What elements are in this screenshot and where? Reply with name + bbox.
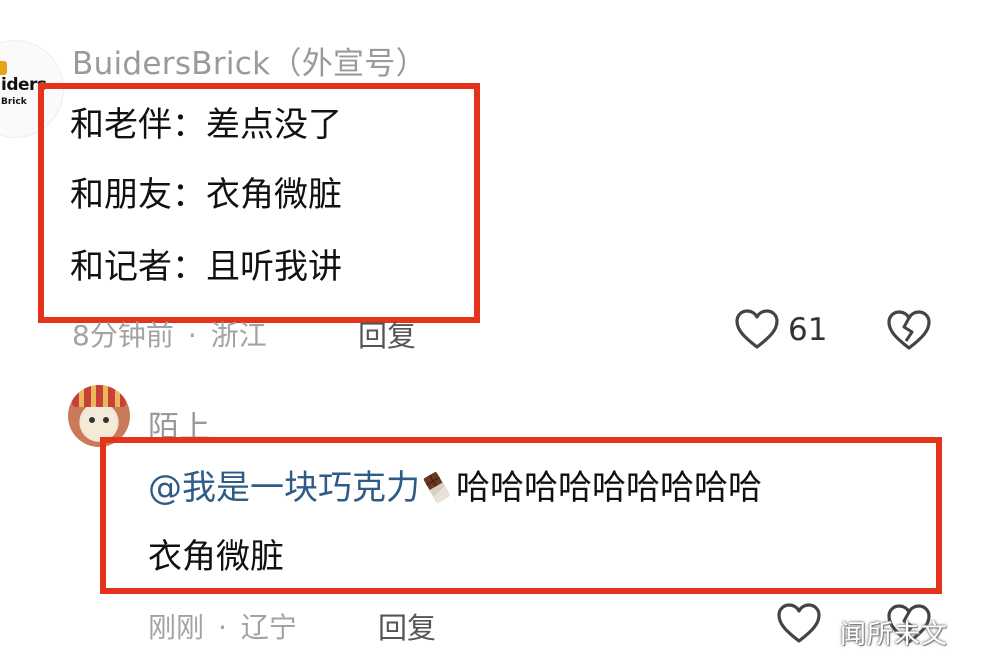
watermark: 闻所未文	[840, 620, 949, 650]
avatar-logo-subtext: Brick	[1, 97, 27, 107]
comment-time: 8分钟前	[72, 319, 174, 352]
chocolate-bar-icon	[422, 470, 452, 504]
heart-outline-icon[interactable]	[734, 308, 780, 350]
comment-line-1: 和老伴：差点没了	[70, 105, 342, 145]
reply-button[interactable]: 回复	[358, 313, 416, 355]
comment-meta: 刚刚 · 辽宁	[148, 611, 297, 644]
reply-line-2: 衣角微脏	[148, 537, 284, 577]
brick-logo-icon	[0, 61, 7, 75]
like-count: 61	[788, 312, 828, 348]
reply-line-1: @我是一块巧克力 哈哈哈哈哈哈哈哈哈	[148, 470, 762, 505]
comment-time: 刚刚	[148, 611, 205, 644]
comment-username[interactable]: BuidersBrick（外宣号）	[72, 38, 427, 83]
avatar-face	[82, 407, 116, 439]
broken-heart-icon[interactable]	[886, 308, 932, 352]
avatar-hat	[72, 385, 126, 407]
comment-location: 辽宁	[240, 611, 297, 644]
comment-location: 浙江	[210, 319, 267, 352]
mention-link[interactable]: @我是一块巧克力	[148, 468, 420, 508]
laugh-text: 哈哈哈哈哈哈哈哈哈	[456, 468, 762, 508]
comment-meta: 8分钟前 · 浙江	[72, 319, 267, 352]
comment-line-2: 和朋友：衣角微脏	[70, 175, 342, 215]
reply-button[interactable]: 回复	[378, 605, 436, 647]
heart-outline-icon[interactable]	[776, 602, 822, 644]
comment-line-3: 和记者：且听我讲	[70, 247, 342, 287]
